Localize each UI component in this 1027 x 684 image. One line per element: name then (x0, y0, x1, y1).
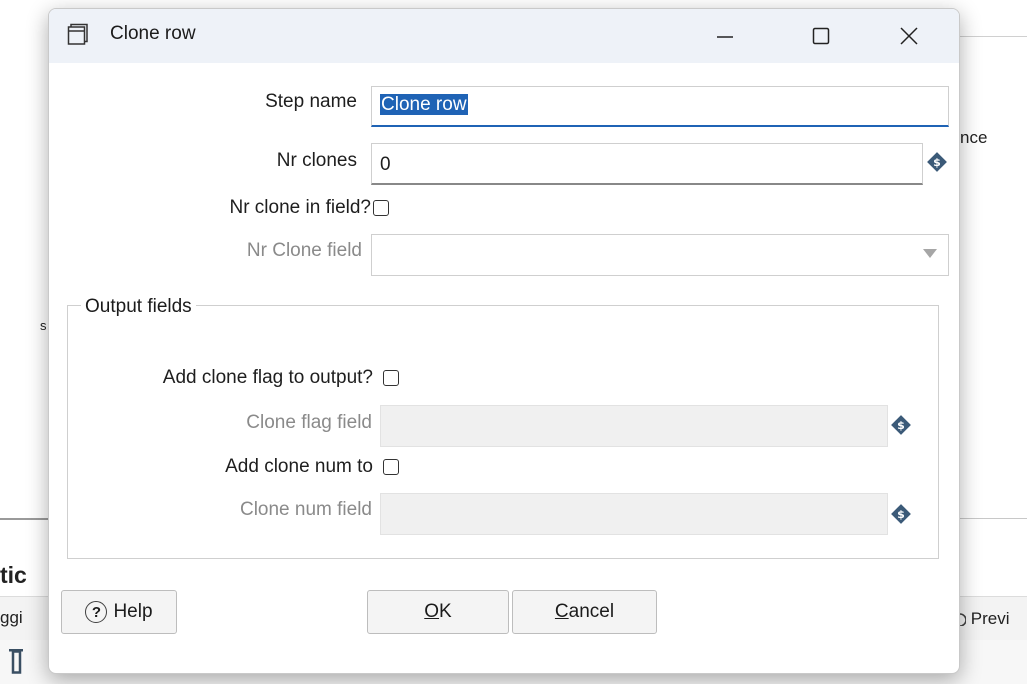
ok-button[interactable]: OK (367, 590, 509, 634)
nr-clones-value: 0 (380, 154, 391, 175)
clone-flag-field-input[interactable] (380, 405, 888, 447)
background-text-fragment: s (40, 318, 47, 333)
background-section-title: tic (0, 562, 27, 588)
maximize-icon (812, 27, 830, 45)
nr-clone-field-label: Nr Clone field (246, 240, 362, 261)
variable-icon[interactable]: $ (890, 503, 912, 525)
add-clone-flag-label: Add clone flag to output? (162, 367, 373, 388)
background-tab-preview[interactable]: Previ (958, 609, 1009, 629)
maximize-button[interactable] (791, 9, 851, 63)
nr-clones-input[interactable]: 0 (371, 143, 923, 185)
step-name-value: Clone row (380, 94, 468, 115)
close-icon (900, 27, 918, 45)
screen: nce s tic ggi Previ Clone row Step name … (0, 0, 1027, 684)
close-button[interactable] (879, 9, 939, 63)
variable-icon[interactable]: $ (926, 151, 948, 173)
variable-icon[interactable]: $ (890, 414, 912, 436)
dropdown-arrow-icon (923, 249, 937, 258)
background-text-fragment: nce (960, 128, 988, 147)
background-divider (958, 518, 1027, 519)
add-clone-num-checkbox[interactable] (383, 459, 399, 475)
background-tab-logging[interactable]: ggi (0, 608, 23, 628)
svg-text:$: $ (933, 156, 941, 169)
nr-clone-in-field-label: Nr clone in field? (229, 197, 371, 218)
nr-clones-label: Nr clones (276, 150, 357, 171)
add-clone-num-label: Add clone num to (225, 456, 373, 477)
clone-num-field-input[interactable] (380, 493, 888, 535)
svg-text:$: $ (897, 419, 905, 432)
nr-clone-field-select[interactable] (371, 234, 949, 276)
clone-row-dialog: Clone row Step name Clone row Nr clones … (48, 8, 960, 674)
background-divider (0, 518, 48, 520)
trash-icon[interactable] (8, 648, 24, 681)
clone-num-field-label: Clone num field (239, 499, 372, 520)
nr-clone-in-field-checkbox[interactable] (373, 200, 389, 216)
minimize-icon (717, 36, 733, 38)
step-name-input[interactable]: Clone row (371, 86, 949, 127)
minimize-button[interactable] (695, 9, 755, 63)
ok-button-label: OK (424, 601, 452, 622)
help-button-label: Help (113, 601, 153, 622)
cancel-button-label: Cancel (554, 601, 615, 622)
dialog-title-bar[interactable]: Clone row (49, 9, 959, 63)
step-name-label: Step name (265, 91, 357, 112)
output-fields-legend: Output fields (81, 296, 196, 318)
dialog-title: Clone row (110, 23, 196, 44)
help-button[interactable]: ? Help (61, 590, 177, 634)
svg-text:$: $ (897, 508, 905, 521)
help-icon: ? (85, 601, 108, 623)
background-divider (958, 36, 1027, 37)
clone-flag-field-label: Clone flag field (246, 412, 372, 433)
window-icon (67, 23, 89, 45)
cancel-button[interactable]: Cancel (512, 590, 657, 634)
add-clone-flag-checkbox[interactable] (383, 370, 399, 386)
